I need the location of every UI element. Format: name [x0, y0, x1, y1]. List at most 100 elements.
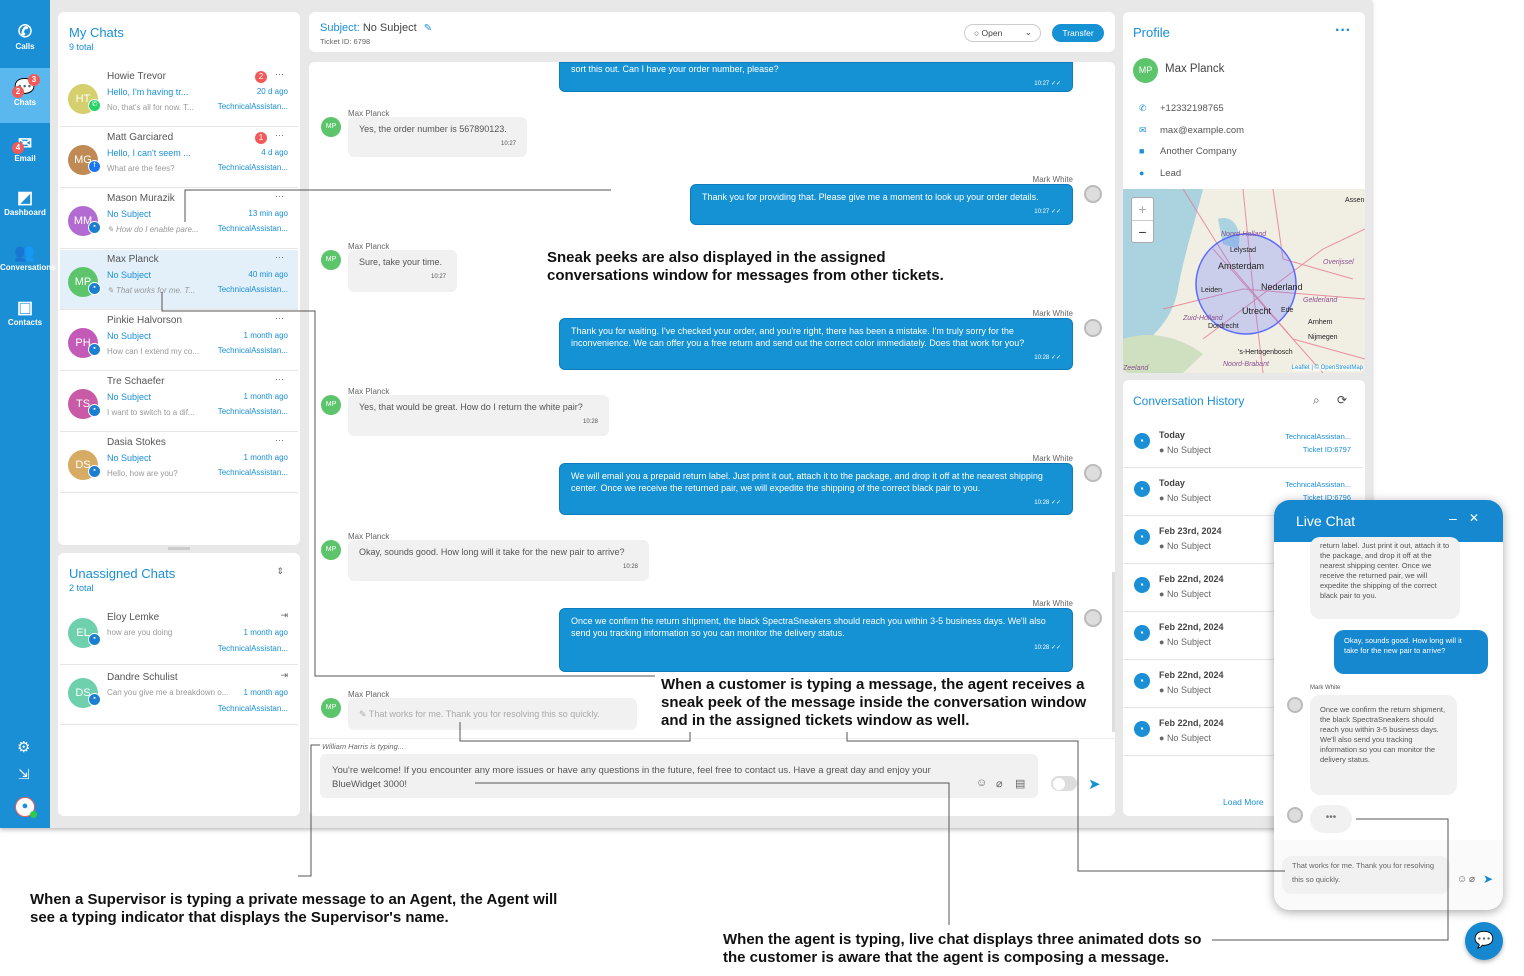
message-input[interactable]: You're welcome! If you encounter any mor… [320, 754, 1038, 798]
accept-chat-icon[interactable]: ⇥ [280, 670, 288, 681]
unassigned-title: Unassigned Chats [69, 566, 176, 581]
profile-email[interactable]: max@example.com [1160, 120, 1244, 142]
chat-list-item[interactable]: TS ▪ Tre Schaefer No Subject I want to s… [60, 372, 298, 432]
history-item[interactable]: ▪ Today ● No Subject TechnicalAssistan..… [1123, 420, 1363, 468]
emoji-icon[interactable]: ☺ [1457, 874, 1467, 885]
send-icon[interactable]: ➤ [1088, 775, 1101, 793]
unassigned-chat-item[interactable]: DS ▪ Dandre Schulist Can you give me a b… [60, 665, 298, 725]
search-icon[interactable]: ⌕ [1313, 393, 1320, 408]
agent-avatar [1084, 609, 1102, 627]
message-time: 10:27 [430, 274, 446, 280]
unread-badge: 1 [255, 132, 267, 144]
email-icon: ✉ [17, 134, 33, 153]
nav-calls[interactable]: ✆ Calls [0, 12, 50, 67]
chat-list-item[interactable]: MG f Matt Garciared Hello, I can't seem … [60, 128, 298, 188]
map-label: Dordrecht [1208, 323, 1239, 330]
map-zoom-out[interactable]: − [1132, 221, 1153, 243]
profile-phone[interactable]: +12332198765 [1160, 98, 1244, 120]
chat-time: 1 month ago [243, 688, 288, 697]
more-icon[interactable]: ··· [1335, 22, 1351, 40]
attach-icon[interactable]: ⌀ [1469, 874, 1475, 885]
map-attribution[interactable]: Leaflet | © OpenStreetMap [1291, 365, 1363, 371]
chat-channel-icon: ▪ [1134, 673, 1150, 689]
live-chat-launcher[interactable]: 💬 [1465, 922, 1503, 960]
chat-queue: TechnicalAssistan... [217, 468, 288, 477]
read-receipt-icon: ✓✓ [1050, 500, 1061, 506]
map-zoom-in[interactable]: + [1132, 198, 1153, 221]
chat-channel-icon: ▪ [88, 465, 101, 478]
map-label: Zuid-Holland [1183, 315, 1223, 322]
avatar: MP [321, 698, 341, 718]
phone-icon: ✆ [1139, 103, 1147, 113]
more-icon[interactable]: ··· [275, 374, 284, 384]
send-icon[interactable]: ➤ [1483, 872, 1493, 886]
chat-preview: No, that's all for now. T... [107, 103, 194, 112]
profile-type: Lead [1160, 167, 1182, 179]
sender-name: Mark White [1032, 599, 1073, 608]
more-icon[interactable]: ··· [275, 191, 284, 201]
chat-list-item[interactable]: MM ▪ Mason Murazik No Subject ✎ How do I… [60, 189, 298, 249]
close-icon[interactable]: ✕ [1469, 511, 1479, 525]
message-time: 10:27 [500, 141, 516, 147]
chat-channel-icon: ▪ [88, 404, 101, 417]
nav-chats[interactable]: 💬 Chats 2 3 [0, 68, 50, 123]
collapse-icon[interactable]: ⇕ [276, 566, 284, 577]
chat-queue: TechnicalAssistan... [217, 224, 288, 233]
chat-list-item[interactable]: HT ✆ Howie Trevor Hello, I'm having tr..… [60, 67, 298, 127]
more-icon[interactable]: ··· [275, 252, 284, 262]
history-date: Feb 23rd, 2024 [1159, 526, 1222, 536]
map-label: Noord-Brabant [1223, 361, 1269, 368]
chat-list-item[interactable]: PH ▪ Pinkie Halvorson No Subject How can… [60, 311, 298, 371]
profile-title: Profile [1133, 25, 1170, 40]
chat-subject: Hello, I can't seem ... [107, 148, 191, 158]
map[interactable]: + − Noord-Holland Amsterdam Lelystad Leiden… [1123, 189, 1365, 373]
refresh-icon[interactable]: ⟳ [1337, 393, 1347, 407]
live-chat-input[interactable]: That works for me. Thank you for resolvi… [1282, 856, 1450, 894]
history-queue: TechnicalAssistan... [1285, 480, 1351, 489]
status-value: Open [981, 28, 1003, 38]
contact-name: Mason Murazik [107, 193, 175, 204]
chat-list-item[interactable]: MP ▪ Max Planck No Subject ✎ That works … [60, 250, 298, 310]
chat-preview: Can you give me a breakdown o... [107, 688, 229, 697]
annotation-agent-typing-dots: When the agent is typing, live chat disp… [723, 931, 1202, 966]
nav-conversations[interactable]: 👥 Conversations [0, 233, 56, 288]
attach-icon[interactable]: ⌀ [996, 777, 1003, 790]
nav-email[interactable]: ✉ Email 4 [0, 124, 50, 179]
nav-dashboard[interactable]: ◩ Dashboard [0, 178, 50, 233]
message-text: Sure, take your time. [359, 257, 443, 267]
contact-name: Eloy Lemke [107, 612, 160, 623]
settings-icon[interactable]: ⚙ [17, 738, 30, 756]
user-status-avatar[interactable]: ● [15, 797, 37, 818]
profile-panel: Profile ··· MP Max Planck ✆ ✉ ■ ● +12332198… [1123, 12, 1365, 373]
load-more-link[interactable]: Load More [1223, 797, 1264, 807]
chat-queue: TechnicalAssistan... [217, 704, 288, 713]
emoji-icon[interactable]: ☺ [976, 777, 987, 789]
avatar: MP [1133, 58, 1158, 83]
resize-handle[interactable] [168, 547, 190, 550]
more-icon[interactable]: ··· [275, 69, 284, 79]
chat-preview: That works for me. T... [115, 286, 196, 295]
chat-channel-icon: ▪ [1134, 433, 1150, 449]
unassigned-chat-item[interactable]: EL ▪ Eloy Lemke how are you doing ⇥ 1 mo… [60, 605, 298, 665]
history-subject: No Subject [1166, 637, 1211, 647]
more-icon[interactable]: ··· [275, 313, 284, 323]
history-date: Feb 22nd, 2024 [1159, 574, 1224, 584]
transfer-button[interactable]: Transfer [1052, 24, 1104, 42]
template-icon[interactable]: ▤ [1015, 777, 1025, 790]
avatar: MP [321, 540, 341, 560]
mail-icon: ✉ [1139, 124, 1147, 135]
chat-icon: 💬 [14, 78, 36, 97]
more-icon[interactable]: ··· [275, 130, 284, 140]
edit-icon[interactable]: ✎ [424, 23, 432, 34]
minimize-icon[interactable]: – [1449, 510, 1457, 526]
chat-queue: TechnicalAssistan... [217, 644, 288, 653]
private-toggle[interactable] [1051, 776, 1077, 791]
more-icon[interactable]: ··· [275, 435, 284, 445]
typing-indicator: William Harris is typing... [322, 742, 405, 751]
accept-chat-icon[interactable]: ⇥ [280, 610, 288, 621]
scrollbar[interactable] [1112, 572, 1115, 732]
chat-list-item[interactable]: DS ▪ Dasia Stokes No Subject Hello, how … [60, 433, 298, 493]
nav-contacts[interactable]: ▣ Contacts [0, 288, 50, 343]
status-select[interactable]: ○ Open ⌄ [964, 24, 1041, 42]
logout-icon[interactable]: ⇲ [18, 766, 30, 783]
